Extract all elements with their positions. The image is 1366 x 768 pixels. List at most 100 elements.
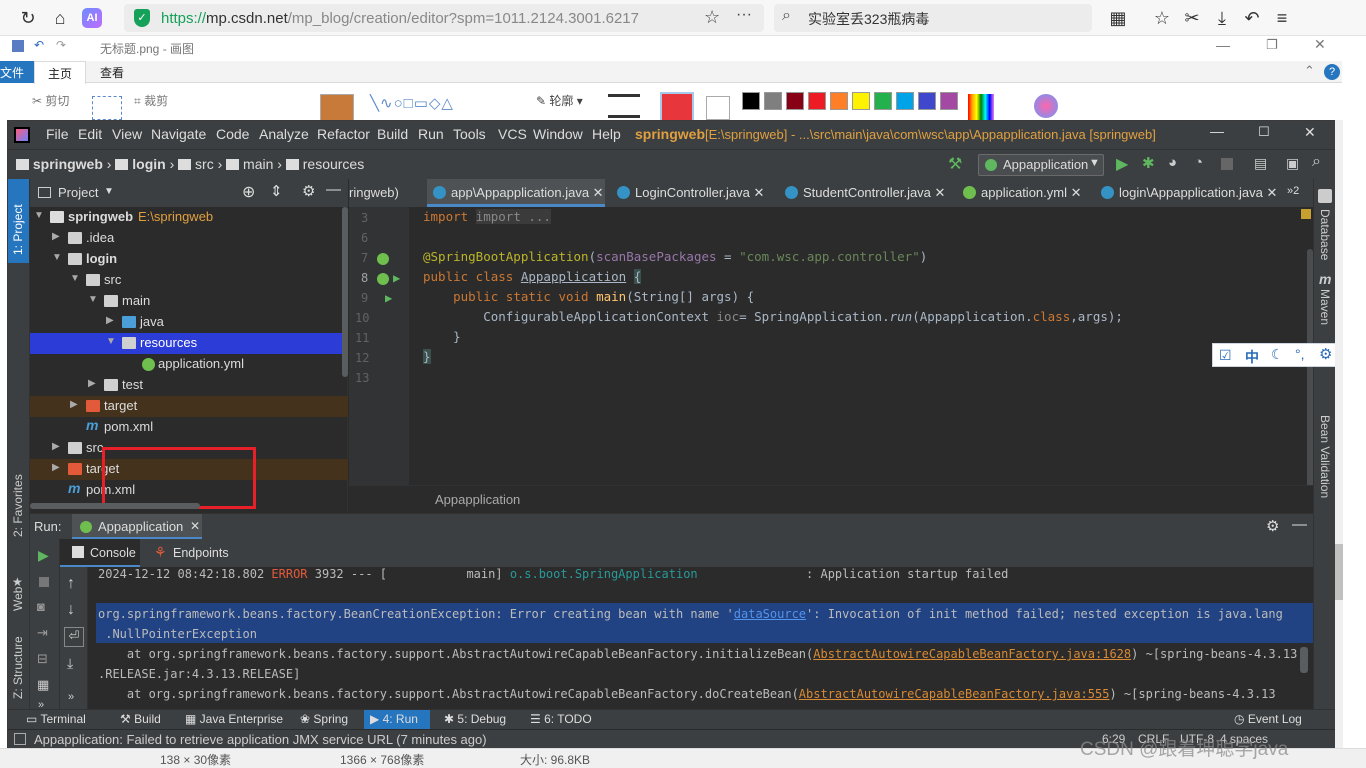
minimize-icon[interactable]: — (1216, 37, 1230, 53)
project-view-select[interactable]: Project (58, 185, 98, 200)
edit-colors-icon[interactable] (968, 94, 994, 120)
horizontal-scrollbar[interactable] (30, 503, 200, 509)
ime-mode[interactable]: 中 (1245, 347, 1259, 367)
star-icon[interactable]: ☆ (704, 7, 720, 28)
editor-tab[interactable]: ringweb) (349, 179, 399, 207)
color1-swatch[interactable] (660, 92, 694, 122)
tool-web[interactable]: Web (11, 587, 25, 611)
coverage-icon[interactable]: ◕ (1168, 154, 1177, 171)
palette-color[interactable] (808, 92, 826, 110)
vertical-scrollbar[interactable] (342, 207, 348, 377)
menu-navigate[interactable]: Navigate (151, 126, 206, 142)
save-icon[interactable] (12, 40, 24, 52)
tree-item[interactable]: ▶ target (30, 396, 348, 417)
breadcrumb-item[interactable]: main (243, 156, 273, 172)
palette-color[interactable] (764, 92, 782, 110)
tree-item[interactable]: ▶ test (30, 375, 348, 396)
gear-icon[interactable]: ⚙ (1266, 517, 1279, 535)
tree-item[interactable]: ▼ src (30, 270, 348, 291)
editor-tab[interactable]: application.yml ✕ (959, 179, 1082, 207)
palette-color[interactable] (742, 92, 760, 110)
gear-icon[interactable]: ⚙ (302, 182, 315, 200)
help-icon[interactable]: ? (1324, 64, 1340, 80)
more-icon[interactable]: » (68, 691, 74, 703)
url-bar[interactable]: ✓ https://mp.csdn.net/mp_blog/creation/e… (124, 4, 764, 32)
download-icon[interactable]: ⤓ (1210, 6, 1234, 30)
run-gutter-icon[interactable]: ▶ (393, 271, 400, 285)
breadcrumb-item[interactable]: src (195, 156, 214, 172)
tool-terminal[interactable]: ▭ Terminal (26, 712, 86, 726)
color-palette[interactable] (742, 92, 962, 112)
more-icon[interactable]: ··· (736, 6, 752, 24)
menu-vcs[interactable]: VCS (498, 126, 527, 142)
camera-icon[interactable]: ◙ (37, 599, 45, 614)
editor-breadcrumb-item[interactable]: Appapplication (435, 492, 520, 507)
tool-event-log[interactable]: ◷ Event Log (1234, 712, 1302, 726)
inspection-indicator[interactable] (1301, 209, 1311, 219)
palette-color[interactable] (896, 92, 914, 110)
restore-layout-icon[interactable]: ⇥ (37, 625, 48, 641)
moon-icon[interactable]: ☾ (1271, 346, 1284, 363)
outline-tool[interactable]: ✎ 轮廓 ▾ (536, 92, 583, 109)
tab-home[interactable]: 主页 (34, 61, 86, 84)
chevron-down-icon[interactable]: ▼ (104, 186, 114, 197)
subtab-endpoints[interactable]: Endpoints (173, 546, 229, 560)
run-icon[interactable]: ▶ (1116, 154, 1128, 174)
hide-icon[interactable]: — (1292, 516, 1307, 533)
ai-icon[interactable]: AI (82, 8, 102, 28)
home-icon[interactable]: ⌂ (48, 6, 72, 30)
gear-icon[interactable]: ⚙ (1319, 345, 1332, 363)
tool-build[interactable]: ⚒ Build (120, 712, 161, 726)
tree-item[interactable]: ▼ login (30, 249, 348, 270)
tool-todo[interactable]: ☰ 6: TODO (530, 712, 592, 726)
palette-color[interactable] (830, 92, 848, 110)
menu-tools[interactable]: Tools (453, 126, 486, 142)
layout-icon[interactable]: ▦ (37, 677, 49, 693)
build-hammer-icon[interactable]: ⚒ (948, 154, 962, 174)
palette-color[interactable] (940, 92, 958, 110)
status-message[interactable]: Appapplication: Failed to retrieve appli… (34, 732, 487, 747)
menu-icon[interactable]: ≡ (1270, 6, 1294, 30)
cut-tool[interactable]: ✂ 剪切 (32, 92, 69, 109)
stop-icon[interactable] (39, 577, 49, 587)
minimize-icon[interactable]: — (1210, 123, 1224, 139)
editor-tab-active[interactable]: app\Appapplication.java ✕ (427, 179, 605, 207)
tab-overflow[interactable]: »2 (1287, 179, 1299, 207)
menu-code[interactable]: Code (216, 126, 249, 142)
shapes-gallery[interactable]: ╲∿○□▭◇△ (370, 94, 516, 116)
refresh-icon[interactable]: ↻ (16, 6, 40, 30)
profile-icon[interactable]: ◔ (1194, 154, 1203, 171)
undo-icon[interactable]: ↶ (34, 38, 44, 52)
editor-tab[interactable]: StudentController.java ✕ (781, 179, 945, 207)
tool-project-button[interactable]: 1: Project (8, 179, 29, 263)
code-area[interactable]: import import ... @SpringBootApplication… (423, 207, 1303, 485)
tree-item[interactable]: application.yml (30, 354, 348, 375)
tool-java-enterprise[interactable]: ▦ Java Enterprise (185, 712, 283, 726)
spring-bean-icon[interactable] (377, 273, 389, 285)
scroll-up-icon[interactable]: ↑ (67, 575, 75, 593)
run-config-select[interactable]: Appapplication ▼ (978, 154, 1104, 176)
vertical-scrollbar[interactable] (1300, 647, 1308, 673)
console-output[interactable]: 2024-12-12 08:42:18.802 ERROR 3932 --- [… (88, 567, 1313, 709)
pin-icon[interactable]: ⊟ (37, 651, 48, 667)
close-icon[interactable]: ✕ (190, 519, 200, 533)
stop-icon[interactable] (1221, 158, 1233, 170)
collapse-all-icon[interactable]: ⇕ (270, 182, 283, 200)
menu-edit[interactable]: Edit (78, 126, 102, 142)
tools-icon[interactable]: ✂ (1180, 6, 1204, 30)
locate-icon[interactable]: ⊕ (242, 182, 255, 202)
tool-run[interactable]: ▶ 4: Run (364, 710, 430, 729)
close-icon[interactable]: ✕ (1314, 36, 1326, 53)
tree-item[interactable]: ▼ main (30, 291, 348, 312)
menu-refactor[interactable]: Refactor (317, 126, 370, 142)
favorites-icon[interactable]: ☆ (1150, 6, 1174, 30)
project-structure-icon[interactable]: ▤ (1254, 155, 1267, 172)
menu-analyze[interactable]: Analyze (259, 126, 309, 142)
close-icon[interactable]: ✕ (1304, 124, 1316, 141)
color2-swatch[interactable] (706, 96, 730, 120)
tree-item[interactable]: ▶ .idea (30, 228, 348, 249)
apps-grid-icon[interactable]: ▦ (1106, 6, 1130, 30)
menu-help[interactable]: Help (592, 126, 621, 142)
breadcrumb-item[interactable]: resources (303, 156, 364, 172)
editor-tab[interactable]: LoginController.java ✕ (613, 179, 764, 207)
